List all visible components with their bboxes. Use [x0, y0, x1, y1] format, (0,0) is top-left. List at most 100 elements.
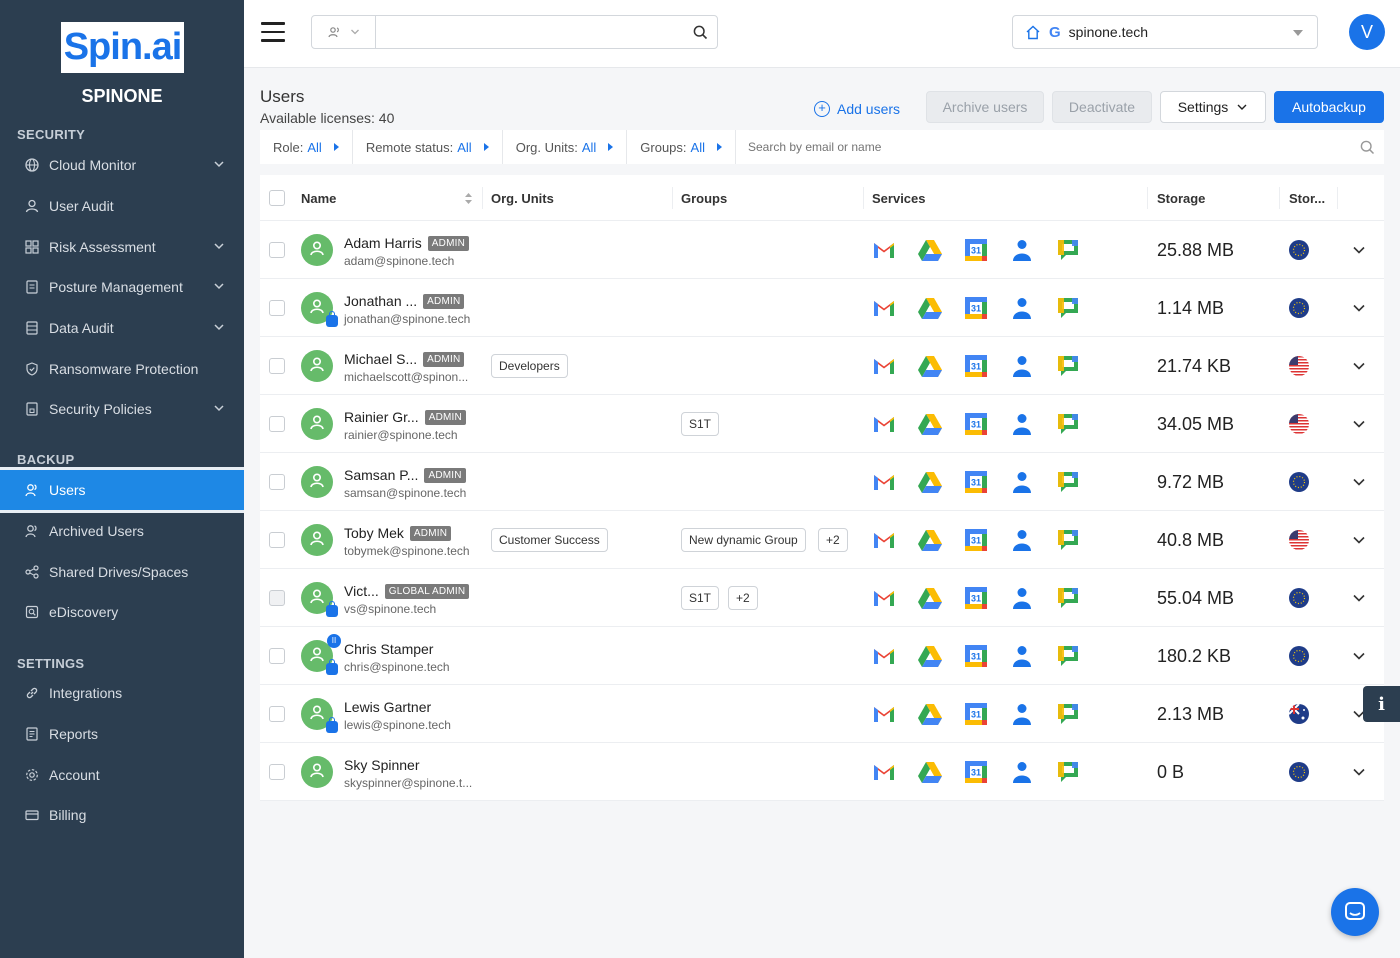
row-checkbox[interactable]	[269, 358, 285, 374]
sidebar-item-integrations[interactable]: Integrations	[0, 673, 244, 713]
table-row[interactable]: Sky Spinner skyspinner@spinone.t... 31 0 B	[260, 743, 1384, 801]
user-name-cell[interactable]: Samsan P... ADMIN	[344, 467, 466, 483]
chat-button[interactable]	[1331, 888, 1379, 936]
row-checkbox[interactable]	[269, 706, 285, 722]
sidebar-item-billing[interactable]: Billing	[0, 795, 244, 835]
google-drive-icon[interactable]	[917, 643, 943, 669]
google-chat-icon[interactable]	[1055, 701, 1081, 727]
sidebar-item-posture-management[interactable]: Posture Management	[0, 267, 244, 307]
deactivate-button[interactable]: Deactivate	[1052, 91, 1152, 123]
google-contacts-icon[interactable]	[1009, 237, 1035, 263]
gmail-icon[interactable]	[871, 353, 897, 379]
row-checkbox[interactable]	[269, 416, 285, 432]
org-unit-chip[interactable]: Customer Success	[491, 528, 608, 552]
table-row[interactable]: Toby Mek ADMIN tobymek@spinone.tech Custome…	[260, 511, 1384, 569]
user-name-cell[interactable]: Jonathan ... ADMIN	[344, 293, 465, 309]
expand-chevron-icon[interactable]	[1352, 475, 1366, 489]
search-icon[interactable]	[683, 25, 717, 40]
select-all-checkbox[interactable]	[269, 190, 285, 206]
group-chip[interactable]: New dynamic Group	[681, 528, 806, 552]
expand-chevron-icon[interactable]	[1352, 591, 1366, 605]
expand-chevron-icon[interactable]	[1352, 301, 1366, 315]
row-checkbox[interactable]	[269, 764, 285, 780]
gmail-icon[interactable]	[871, 585, 897, 611]
table-row[interactable]: Vict... GLOBAL ADMIN vs@spinone.tech S1T +2 3…	[260, 569, 1384, 627]
google-contacts-icon[interactable]	[1009, 353, 1035, 379]
google-drive-icon[interactable]	[917, 585, 943, 611]
google-calendar-icon[interactable]: 31	[963, 585, 989, 611]
settings-button[interactable]: Settings	[1160, 91, 1266, 123]
add-users-button[interactable]: + Add users	[814, 97, 900, 121]
sidebar-item-account[interactable]: Account	[0, 755, 244, 795]
org-unit-chip[interactable]: Developers	[491, 354, 568, 378]
group-chip[interactable]: S1T	[681, 412, 720, 436]
google-calendar-icon[interactable]: 31	[963, 701, 989, 727]
google-chat-icon[interactable]	[1055, 237, 1081, 263]
google-contacts-icon[interactable]	[1009, 295, 1035, 321]
user-name-cell[interactable]: Vict... GLOBAL ADMIN	[344, 583, 470, 599]
google-chat-icon[interactable]	[1055, 527, 1081, 553]
gmail-icon[interactable]	[871, 237, 897, 263]
groups-filter[interactable]: Groups: All	[627, 130, 736, 164]
column-name[interactable]: Name	[301, 191, 336, 206]
gmail-icon[interactable]	[871, 469, 897, 495]
user-search-input[interactable]	[735, 130, 1350, 164]
google-calendar-icon[interactable]: 31	[963, 469, 989, 495]
google-calendar-icon[interactable]: 31	[963, 237, 989, 263]
google-chat-icon[interactable]	[1055, 295, 1081, 321]
google-contacts-icon[interactable]	[1009, 701, 1035, 727]
google-drive-icon[interactable]	[917, 469, 943, 495]
sidebar-item-users[interactable]: Users	[0, 467, 244, 513]
table-row[interactable]: II Chris Stamper chris@spinone.tech 31 180.2…	[260, 627, 1384, 685]
sidebar-item-data-audit[interactable]: Data Audit	[0, 308, 244, 348]
google-drive-icon[interactable]	[917, 411, 943, 437]
google-calendar-icon[interactable]: 31	[963, 759, 989, 785]
hamburger-menu-icon[interactable]	[261, 22, 285, 42]
sidebar-item-reports[interactable]: Reports	[0, 714, 244, 754]
search-scope-select[interactable]	[312, 16, 376, 48]
table-row[interactable]: Adam Harris ADMIN adam@spinone.tech 31 25.88…	[260, 221, 1384, 279]
google-contacts-icon[interactable]	[1009, 585, 1035, 611]
google-chat-icon[interactable]	[1055, 643, 1081, 669]
sidebar-item-ransomware-protection[interactable]: Ransomware Protection	[0, 349, 244, 389]
google-calendar-icon[interactable]: 31	[963, 527, 989, 553]
remote-status-filter[interactable]: Remote status: All	[353, 130, 503, 164]
table-row[interactable]: Jonathan ... ADMIN jonathan@spinone.tech 31…	[260, 279, 1384, 337]
table-row[interactable]: Michael S... ADMIN michaelscott@spinon... D…	[260, 337, 1384, 395]
gmail-icon[interactable]	[871, 701, 897, 727]
gmail-icon[interactable]	[871, 295, 897, 321]
row-checkbox[interactable]	[269, 590, 285, 606]
spin-logo[interactable]: Spin.ai	[61, 22, 184, 73]
autobackup-button[interactable]: Autobackup	[1274, 91, 1384, 123]
user-name-cell[interactable]: Michael S... ADMIN	[344, 351, 465, 367]
expand-chevron-icon[interactable]	[1352, 649, 1366, 663]
google-calendar-icon[interactable]: 31	[963, 295, 989, 321]
more-groups-chip[interactable]: +2	[728, 586, 758, 610]
search-input[interactable]	[376, 16, 683, 48]
table-row[interactable]: Rainier Gr... ADMIN rainier@spinone.tech S1…	[260, 395, 1384, 453]
google-drive-icon[interactable]	[917, 701, 943, 727]
gmail-icon[interactable]	[871, 527, 897, 553]
account-avatar[interactable]: V	[1349, 14, 1385, 50]
expand-chevron-icon[interactable]	[1352, 533, 1366, 547]
sidebar-item-archived-users[interactable]: Archived Users	[0, 511, 244, 551]
sidebar-item-risk-assessment[interactable]: Risk Assessment	[0, 227, 244, 267]
info-icon[interactable]: i	[1363, 686, 1400, 722]
google-contacts-icon[interactable]	[1009, 527, 1035, 553]
user-name-cell[interactable]: Rainier Gr... ADMIN	[344, 409, 466, 425]
google-drive-icon[interactable]	[917, 295, 943, 321]
user-name-cell[interactable]: Sky Spinner	[344, 757, 419, 773]
google-drive-icon[interactable]	[917, 237, 943, 263]
archive-users-button[interactable]: Archive users	[926, 91, 1044, 123]
expand-chevron-icon[interactable]	[1352, 243, 1366, 257]
sidebar-item-security-policies[interactable]: Security Policies	[0, 389, 244, 429]
google-chat-icon[interactable]	[1055, 585, 1081, 611]
google-chat-icon[interactable]	[1055, 411, 1081, 437]
table-row[interactable]: Lewis Gartner lewis@spinone.tech 31 2.13 MB	[260, 685, 1384, 743]
google-drive-icon[interactable]	[917, 527, 943, 553]
search-icon[interactable]	[1350, 140, 1384, 155]
row-checkbox[interactable]	[269, 300, 285, 316]
expand-chevron-icon[interactable]	[1352, 765, 1366, 779]
group-chip[interactable]: S1T	[681, 586, 720, 610]
user-name-cell[interactable]: Chris Stamper	[344, 641, 433, 657]
